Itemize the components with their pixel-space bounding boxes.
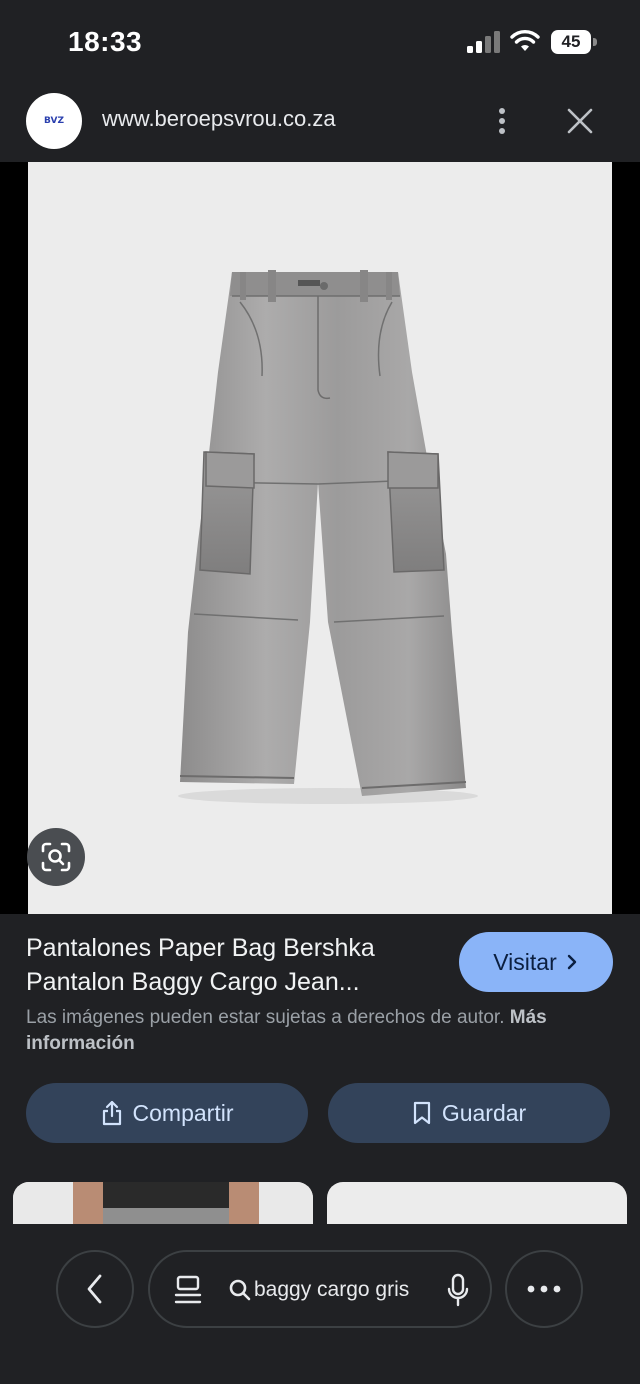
chevron-right-icon [567,954,576,970]
related-image-thumbnail[interactable] [13,1182,313,1224]
chevron-left-icon [87,1274,102,1304]
google-lens-button[interactable] [27,828,85,886]
search-bar[interactable]: baggy cargo gris [148,1250,492,1328]
image-viewer [0,162,640,914]
more-options-button[interactable] [505,1250,583,1328]
product-image[interactable] [28,162,612,914]
status-bar: 18:33 45 [0,0,640,86]
more-horiz-icon [527,1285,561,1293]
more-vert-icon[interactable] [490,104,514,138]
microphone-icon[interactable] [446,1272,470,1308]
status-time: 18:33 [68,26,143,57]
related-image-person [13,1182,313,1224]
close-icon[interactable] [564,105,596,137]
share-button[interactable]: Compartir [26,1083,308,1143]
visit-button-label: Visitar [493,948,557,975]
site-logo[interactable]: BVZ [26,93,82,149]
cellular-signal-icon [467,31,500,53]
tabs-list-icon[interactable] [174,1274,202,1306]
share-icon [102,1100,121,1126]
site-url[interactable]: www.beroepsvrou.co.za [102,106,336,132]
search-icon [229,1279,251,1301]
result-title-line-2: Pantalon Baggy Cargo Jean... [26,968,360,996]
save-button[interactable]: Guardar [328,1083,610,1143]
wifi-icon [510,30,540,51]
share-label: Compartir [132,1099,234,1126]
visit-button[interactable]: Visitar [459,932,613,992]
browser-url-bar: BVZ www.beroepsvrou.co.za [0,86,640,162]
result-title[interactable]: Pantalones Paper Bag Bershka Pantalon Ba… [26,931,436,999]
battery-tip [593,38,597,46]
copyright-text: Las imágenes pueden estar sujetas a dere… [26,1007,505,1028]
back-button[interactable] [56,1250,134,1328]
cargo-jeans-image [178,270,478,804]
copyright-notice: Las imágenes pueden estar sujetas a dere… [26,1005,586,1057]
bottom-navigation-bar: baggy cargo gris [0,1224,640,1384]
result-title-line-1: Pantalones Paper Bag Bershka [26,934,375,962]
site-logo-text: BVZ [44,116,64,126]
related-image-thumbnail[interactable] [327,1182,627,1224]
battery-indicator: 45 [551,30,597,54]
save-label: Guardar [441,1099,527,1126]
battery-level: 45 [551,30,591,54]
lens-search-icon [41,842,71,872]
search-query: baggy cargo gris [254,1278,410,1301]
bookmark-icon [413,1101,430,1125]
